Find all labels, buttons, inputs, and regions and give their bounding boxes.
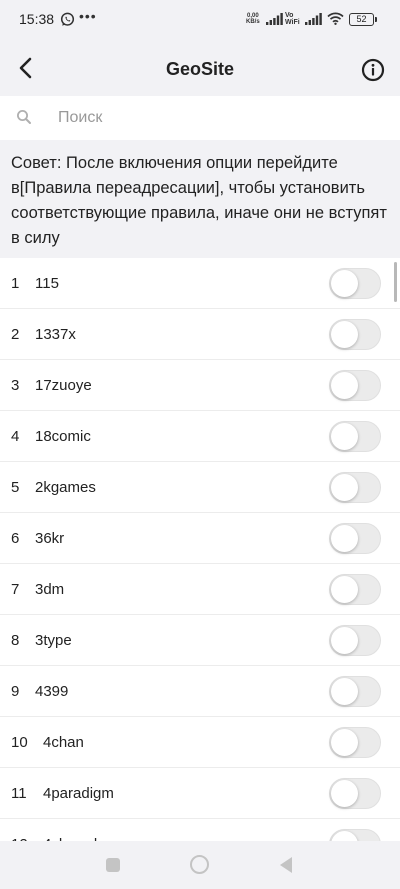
wifi-icon [327, 12, 344, 25]
list-item-number: 6 [11, 530, 20, 547]
site-toggle[interactable] [329, 676, 381, 707]
status-time: 15:38 [19, 11, 55, 27]
site-toggle[interactable] [329, 727, 381, 758]
list-item: 4 18comic [0, 411, 400, 462]
list-item-label: 3dm [35, 581, 65, 598]
site-toggle[interactable] [329, 625, 381, 656]
vowifi-indicator: Vo WiFi [285, 12, 300, 26]
toggle-knob [331, 729, 358, 756]
list-item: 10 4chan [0, 717, 400, 768]
list-item-number: 5 [11, 479, 20, 496]
list-item: 9 4399 [0, 666, 400, 717]
list-item-label: 4399 [35, 683, 69, 700]
list-item-number: 11 [11, 785, 27, 802]
toggle-knob [331, 474, 358, 501]
nav-back-icon[interactable] [279, 856, 293, 874]
toggle-knob [331, 270, 358, 297]
recent-apps-button[interactable] [106, 858, 120, 872]
list-item-number: 10 [11, 734, 28, 751]
toggle-knob [331, 372, 358, 399]
list-item-label: 36kr [35, 530, 65, 547]
network-speed: 0,00 KB/s [246, 13, 260, 25]
list-item-number: 2 [11, 326, 20, 343]
site-toggle[interactable] [329, 778, 381, 809]
list-item-label: 1337x [35, 326, 76, 343]
tip-text: Совет: После включения опции перейдите в… [11, 154, 387, 247]
list-item-number: 7 [11, 581, 20, 598]
list-item: 7 3dm [0, 564, 400, 615]
list-item: 3 17zuoye [0, 360, 400, 411]
battery-icon: 52 [349, 13, 377, 26]
list-item: 11 4paradigm [0, 768, 400, 819]
site-toggle[interactable] [329, 421, 381, 452]
signal-icon [305, 13, 322, 25]
list-item-label: 18comic [35, 428, 91, 445]
list-item-label: 3type [35, 632, 72, 649]
list-item-label: 17zuoye [35, 377, 92, 394]
list-item-label: 4paradigm [43, 785, 114, 802]
site-toggle[interactable] [329, 523, 381, 554]
list-item: 124shared [0, 819, 400, 841]
toggle-knob [331, 678, 358, 705]
site-toggle[interactable] [329, 574, 381, 605]
more-notifications-icon: ••• [79, 8, 97, 24]
site-toggle[interactable] [329, 268, 381, 299]
list-item: 1 115 [0, 258, 400, 309]
list-item-label: 115 [35, 275, 59, 292]
list-item: 8 3type [0, 615, 400, 666]
info-icon[interactable] [361, 58, 385, 82]
list-item-number: 3 [11, 377, 20, 394]
signal-icon [266, 13, 283, 25]
site-toggle[interactable] [329, 319, 381, 350]
toggle-knob [331, 321, 358, 348]
status-bar: 15:38 ••• 0,00 KB/s Vo WiFi 52 [0, 0, 400, 40]
toggle-knob [331, 423, 358, 450]
site-toggle[interactable] [329, 829, 381, 841]
toggle-knob [331, 576, 358, 603]
search-input[interactable] [58, 106, 378, 130]
list-item-number: 9 [11, 683, 20, 700]
search-bar [0, 96, 400, 140]
site-toggle[interactable] [329, 370, 381, 401]
whatsapp-icon [60, 12, 75, 26]
list-item-number: 1 [11, 275, 20, 292]
list-item-number: 4 [11, 428, 20, 445]
navigation-bar [0, 841, 400, 889]
geosite-list[interactable]: 1 115 2 1337x 3 17zuoye 4 18comic 5 2kgames 6 36kr 7… [0, 258, 400, 841]
toggle-knob [331, 831, 358, 841]
app-bar: GeoSite [0, 40, 400, 96]
toggle-knob [331, 627, 358, 654]
list-item: 2 1337x [0, 309, 400, 360]
site-toggle[interactable] [329, 472, 381, 503]
list-item-number: 8 [11, 632, 20, 649]
list-item-label: 4chan [43, 734, 84, 751]
page-title: GeoSite [165, 59, 235, 79]
list-item: 6 36kr [0, 513, 400, 564]
list-item-label: 2kgames [35, 479, 96, 496]
toggle-knob [331, 525, 358, 552]
search-icon [17, 110, 31, 124]
home-button[interactable] [190, 855, 209, 874]
scrollbar[interactable] [394, 262, 397, 302]
list-item: 5 2kgames [0, 462, 400, 513]
toggle-knob [331, 780, 358, 807]
